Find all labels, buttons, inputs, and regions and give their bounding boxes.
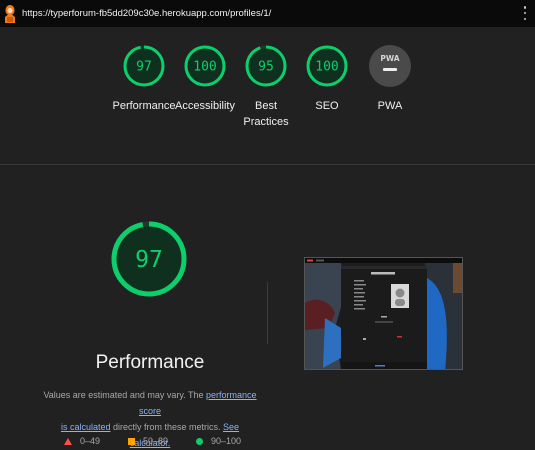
gauge-score: 100 xyxy=(315,60,338,75)
legend-fail: 0–49 xyxy=(64,436,100,446)
legend-range: 90–100 xyxy=(211,436,242,446)
legend-average: 50–89 xyxy=(128,436,168,446)
site-logo-icon xyxy=(2,4,18,24)
url-text[interactable]: https://typerforum-fb5dd209c30e.herokuap… xyxy=(22,8,271,19)
desc-text: Values are estimated and may vary. The xyxy=(43,390,207,400)
score-summary: 97 Performance 100 Accessibility 95 Best… xyxy=(0,27,535,165)
page-screenshot-thumbnail[interactable] xyxy=(304,257,463,370)
gauge-label-line: Practices xyxy=(243,116,289,128)
pwa-dash-icon xyxy=(383,68,397,71)
average-square-icon xyxy=(128,437,135,445)
gauge-score: 95 xyxy=(258,60,274,75)
pass-circle-icon xyxy=(196,437,203,445)
legend-range: 50–89 xyxy=(143,436,169,446)
legend-pass: 90–100 xyxy=(196,436,241,446)
more-menu-icon[interactable] xyxy=(523,6,527,20)
desc-text: directly from these metrics. xyxy=(110,422,224,432)
performance-big-gauge: 97 xyxy=(110,220,188,303)
performance-score-link-cont[interactable]: is calculated xyxy=(61,422,111,432)
vertical-divider xyxy=(267,282,268,344)
pwa-badge-text: PWA xyxy=(380,54,399,63)
address-bar: https://typerforum-fb5dd209c30e.herokuap… xyxy=(0,0,535,27)
performance-section: 97 Performance Values are estimated and … xyxy=(0,166,535,450)
legend-range: 0–49 xyxy=(80,436,101,446)
performance-title: Performance xyxy=(95,352,205,373)
performance-score: 97 xyxy=(135,247,163,273)
gauge-score: 97 xyxy=(136,60,152,75)
fail-triangle-icon xyxy=(64,437,72,445)
gauge-pwa[interactable]: PWA PWA xyxy=(353,44,427,114)
gauge-label: PWA xyxy=(377,100,403,112)
gauge-score: 100 xyxy=(193,60,216,75)
